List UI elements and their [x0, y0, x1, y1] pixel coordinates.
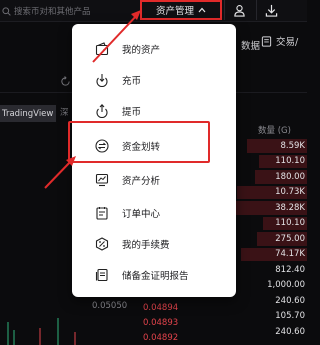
arrow-to-asset-management-icon [44, 10, 141, 189]
